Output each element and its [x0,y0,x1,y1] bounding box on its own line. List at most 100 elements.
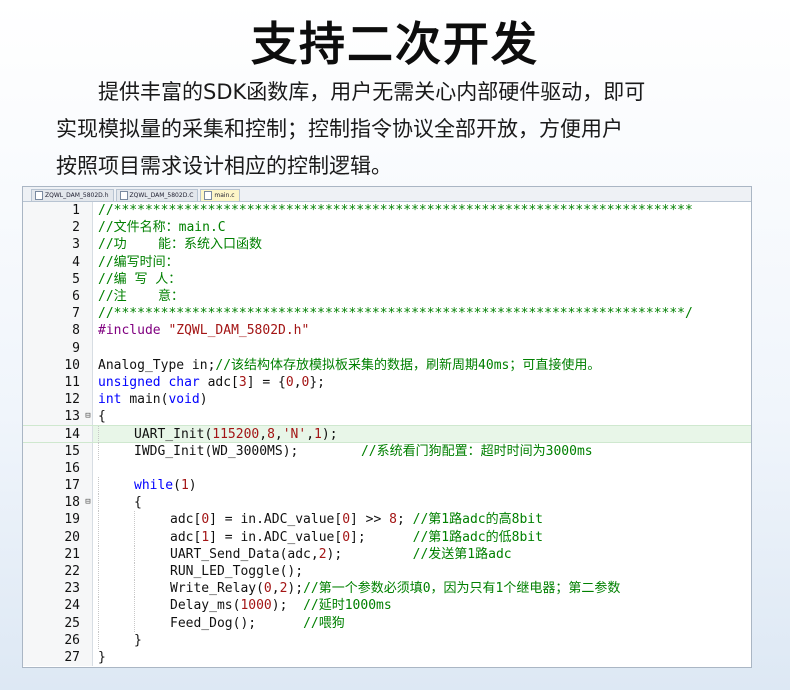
code-token: 0 [285,374,294,390]
line-number: 3 [23,236,84,254]
code-token: UART_Send_Data(adc, [170,546,319,562]
line-number: 4 [23,253,84,271]
code-line[interactable]: 19 adc[0] = in.ADC_value[0] >> 8; //第1路ad… [23,511,751,529]
code-token: 1 [201,529,210,545]
code-line[interactable]: 24 Delay_ms(1000); //延时1000ms [23,597,751,615]
code-token: ]; [350,529,413,545]
code-line[interactable]: 26} [23,631,751,649]
code-editor-window[interactable]: ZQWL_DAM_5802D.h ZQWL_DAM_5802D.C main.c… [22,186,752,668]
code-token: while [134,478,174,493]
indent-guide [134,511,170,529]
page-title: 支持二次开发 [251,17,539,71]
fold-gutter [84,631,93,649]
line-number: 26 [23,631,84,649]
line-number: 6 [23,287,84,306]
indent-guide [134,597,170,615]
code-line[interactable]: 5 //编 写 人： [23,270,751,288]
code-line[interactable]: 27} [23,648,751,667]
code-token: ] = { [246,374,286,390]
code-area[interactable]: 1 //*************************************… [23,202,751,667]
line-number: 1 [23,202,84,220]
code-token: RUN_LED_Toggle(); [170,563,304,579]
code-token: , [259,427,268,443]
line-number: 17 [23,477,84,495]
code-token: //**************************************… [98,203,693,218]
fold-gutter [84,305,93,323]
tab-zqwl-dam-5802d-c[interactable]: ZQWL_DAM_5802D.C [115,189,199,201]
code-token: 0 [342,529,351,545]
code-token: ] = in.ADC_value[ [209,529,343,545]
code-line[interactable]: 11 unsigned char adc[3] = {0, 0}; [23,373,751,392]
code-token: 8 [389,512,397,528]
intro-line: 实现模拟量的采集和控制；控制指令协议全部开放，方便用户 [56,117,623,141]
indent-guide [98,562,134,580]
code-token: IWDG_Init(WD_3000MS); [134,443,361,459]
code-token: //文件名称：main.C [98,220,226,236]
code-line[interactable]: 14 UART_Init(115200, 8, 'N', 1); [23,425,751,444]
code-token: ); [326,546,413,562]
code-token: 0 [342,512,351,528]
code-token: //发送第1路adc [412,546,512,562]
code-line[interactable]: 3 //功 能：系统入口函数 [23,236,751,254]
code-line[interactable]: 7 //*************************************… [23,305,751,323]
indent-guide [98,477,134,494]
code-line[interactable]: 23 Write_Relay(0, 2);//第一个参数必须填0，因为只有1个继电器… [23,580,751,598]
tab-main-c[interactable]: main.c [200,189,240,201]
indent-guide [98,614,134,632]
code-token: 3 [238,374,247,390]
code-line[interactable]: 22 RUN_LED_Toggle(); [23,562,751,581]
fold-gutter [84,562,93,581]
tab-label: ZQWL_DAM_5802D.h [45,192,109,199]
code-token: 0 [301,374,310,390]
code-line[interactable]: 21 UART_Send_Data(adc, 2); //发送第1路adc [23,545,751,563]
line-number: 25 [23,614,84,632]
code-line[interactable]: 18 ⊟ { [23,494,751,512]
fold-toggle-icon[interactable]: ⊟ [84,408,93,426]
indent-guide [134,614,170,632]
code-token: ); [321,427,338,443]
code-token: }; [309,374,325,390]
file-icon [35,191,43,200]
code-line[interactable]: 2 //文件名称：main.C [23,219,751,237]
code-token: void [168,392,200,408]
code-token: , [274,427,283,443]
code-line[interactable]: 1 //*************************************… [23,202,751,220]
fold-gutter [84,580,93,598]
code-line[interactable]: 13 ⊟ { [23,408,751,426]
file-icon [204,191,213,200]
code-line[interactable]: 16 [23,459,751,477]
code-line[interactable]: 8 #include "ZQWL_DAM_5802D.h" [23,322,751,340]
fold-gutter [84,202,93,220]
code-token: ); [287,581,304,597]
code-line[interactable]: 9 [23,339,751,357]
line-number: 2 [23,219,84,237]
code-line[interactable]: 15 IWDG_Init(WD_3000MS); //系统看门狗配置：超时时间为3… [23,442,751,460]
code-line[interactable]: 10 Analog_Type in;//该结构体存放模拟板采集的数据，刷新周期40… [23,356,751,374]
fold-gutter [84,426,93,442]
code-token: 2 [279,581,288,597]
code-line[interactable]: 4 //编写时间： [23,253,751,271]
code-line[interactable]: 17 while(1) [23,477,751,495]
tab-zqwl-dam-5802d-h[interactable]: ZQWL_DAM_5802D.h [31,189,114,201]
editor-tab-bar: ZQWL_DAM_5802D.h ZQWL_DAM_5802D.C main.c [23,187,751,202]
line-number: 16 [23,459,84,477]
fold-toggle-icon[interactable]: ⊟ [84,494,93,512]
fold-gutter [84,459,93,477]
code-line[interactable]: 6 //注 意： [23,287,751,306]
code-token: adc[ [207,374,239,390]
code-line[interactable]: 20 adc[1] = in.ADC_value[0]; //第1路adc的低8b… [23,528,751,546]
code-token: ( [173,478,181,493]
code-token: adc[ [170,529,202,545]
code-token: adc[ [170,512,202,528]
line-number: 11 [23,373,84,392]
code-token: 8 [267,427,275,443]
code-token: { [98,409,106,425]
indent-guide [98,442,134,460]
code-line[interactable]: 25 Feed_Dog(); //喂狗 [23,614,751,632]
line-number: 14 [23,426,84,442]
indent-guide [98,580,134,598]
line-number: 5 [23,270,84,288]
code-token: 0 [201,512,210,528]
fold-gutter [84,648,93,667]
code-line[interactable]: 12 int main(void) [23,391,751,409]
